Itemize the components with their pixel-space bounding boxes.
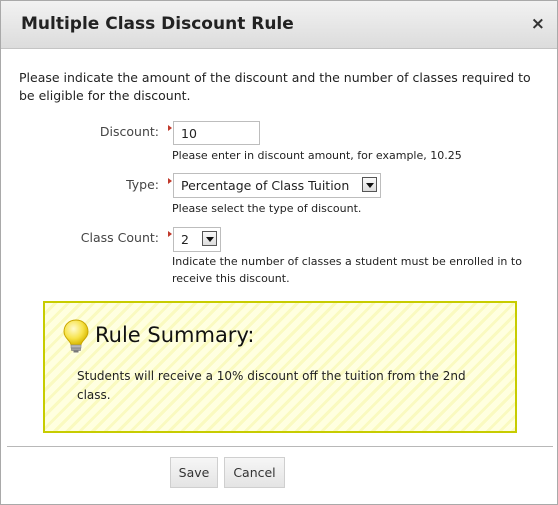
- intro-text: Please indicate the amount of the discou…: [19, 70, 531, 103]
- class-count-help: Indicate the number of classes a student…: [172, 255, 522, 285]
- dialog-title: Multiple Class Discount Rule: [21, 14, 294, 34]
- type-select-value: Percentage of Class Tuition: [181, 178, 350, 193]
- chevron-down-icon[interactable]: [202, 231, 217, 246]
- discount-input[interactable]: [173, 121, 260, 145]
- required-marker-icon: [168, 231, 172, 237]
- type-select[interactable]: Percentage of Class Tuition: [173, 173, 381, 198]
- save-button[interactable]: Save: [170, 457, 218, 488]
- class-count-label: Class Count:: [80, 230, 159, 245]
- required-marker-icon: [168, 125, 172, 131]
- cancel-button[interactable]: Cancel: [224, 457, 285, 488]
- rule-summary-title: Rule Summary:: [95, 323, 255, 347]
- rule-summary-box: Rule Summary: Students will receive a 10…: [43, 301, 517, 433]
- footer-divider: [7, 446, 553, 447]
- required-marker-icon: [168, 178, 172, 184]
- discount-rule-dialog: Multiple Class Discount Rule × Please in…: [0, 0, 558, 505]
- discount-label: Discount:: [99, 124, 159, 139]
- class-count-select[interactable]: 2: [173, 227, 221, 252]
- rule-summary-text: Students will receive a 10% discount off…: [77, 369, 466, 402]
- lightbulb-icon: [63, 319, 89, 353]
- type-help: Please select the type of discount.: [172, 202, 362, 215]
- chevron-down-icon[interactable]: [362, 177, 377, 192]
- discount-help: Please enter in discount amount, for exa…: [172, 149, 462, 162]
- class-count-select-value: 2: [181, 232, 189, 247]
- dialog-titlebar: Multiple Class Discount Rule ×: [1, 1, 557, 49]
- close-icon[interactable]: ×: [531, 14, 545, 34]
- type-label: Type:: [126, 177, 159, 192]
